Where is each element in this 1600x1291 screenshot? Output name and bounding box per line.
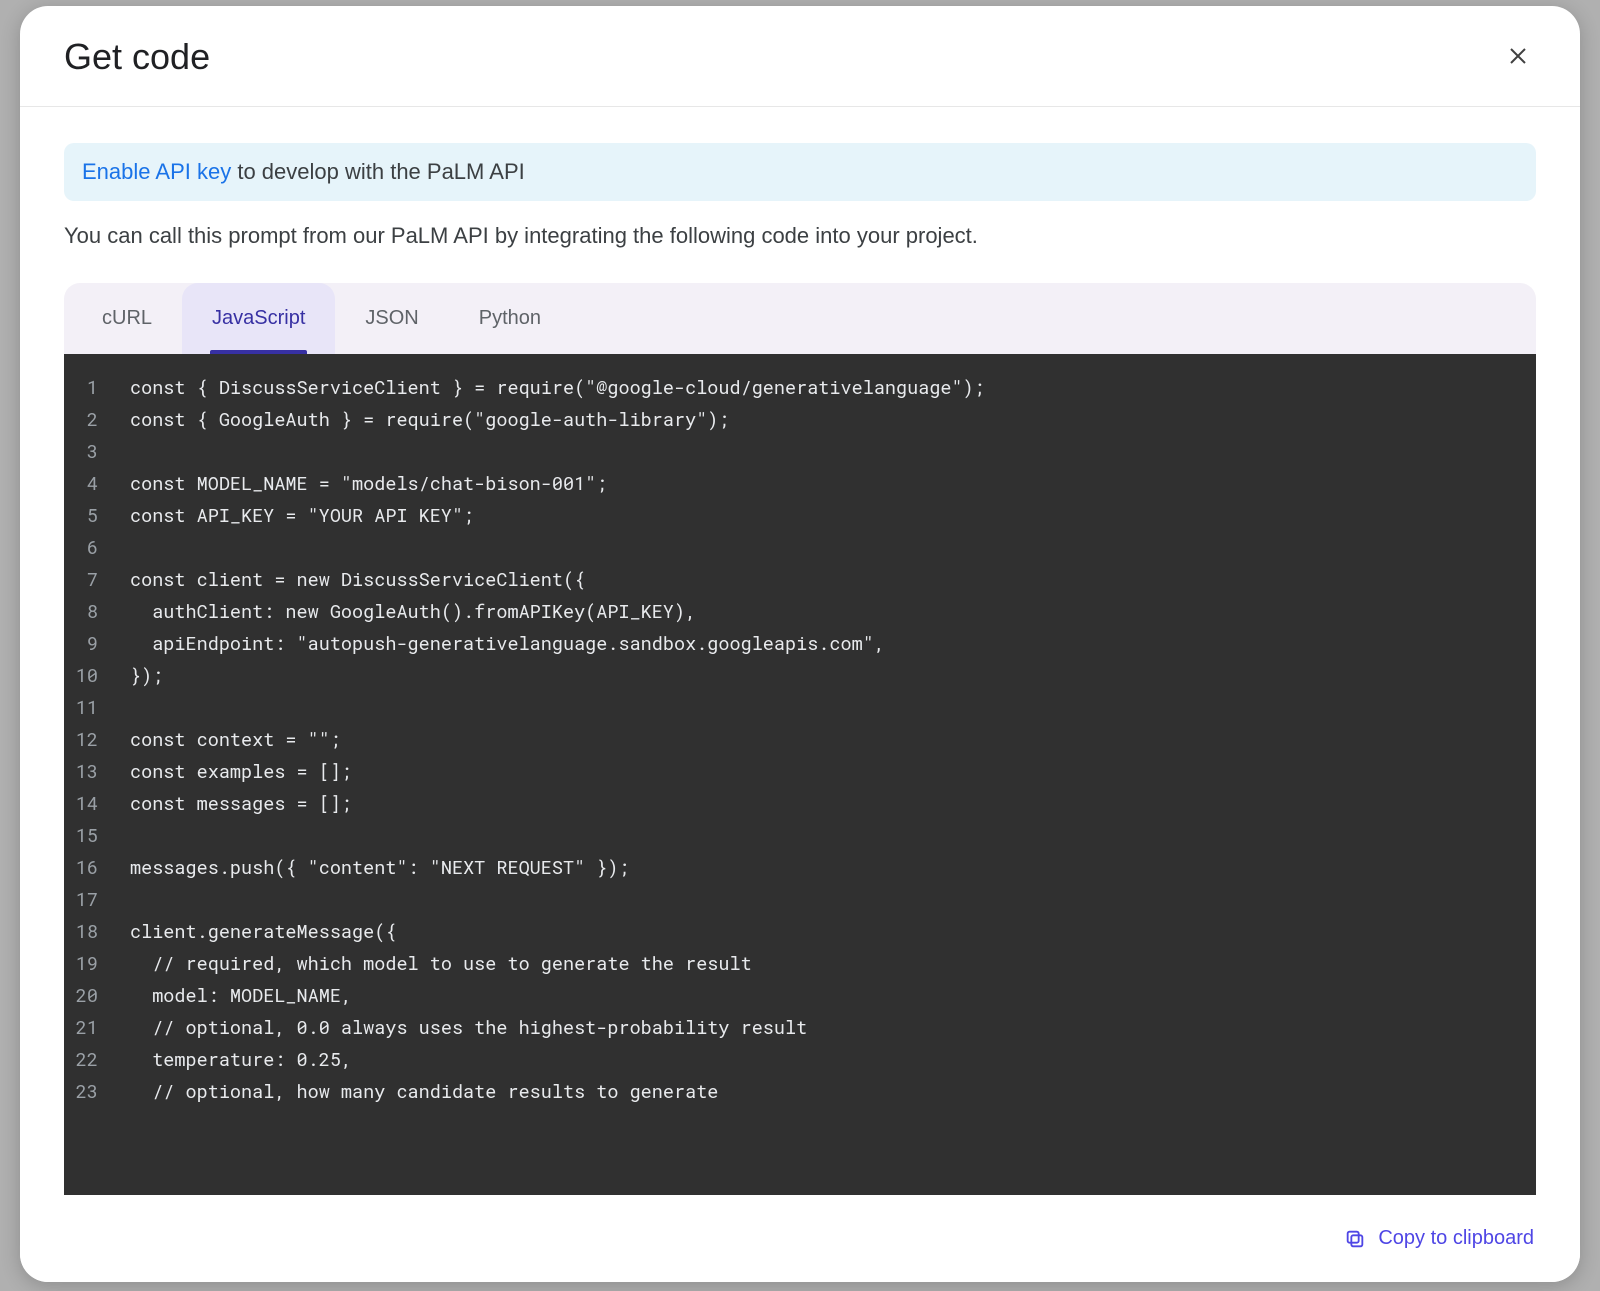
modal-title: Get code (64, 36, 210, 78)
line-number: 14 (64, 788, 98, 820)
code-card: cURLJavaScriptJSONPython 123456789101112… (64, 283, 1536, 1195)
line-number: 7 (64, 564, 98, 596)
code-line (130, 436, 985, 468)
code-line: // optional, how many candidate results … (130, 1076, 985, 1108)
description-text: You can call this prompt from our PaLM A… (64, 223, 1536, 249)
line-number: 3 (64, 436, 98, 468)
line-number: 20 (64, 980, 98, 1012)
line-number: 11 (64, 692, 98, 724)
code-lines: const { DiscussServiceClient } = require… (108, 354, 985, 1195)
code-line: apiEndpoint: "autopush-generativelanguag… (130, 628, 985, 660)
code-line: const MODEL_NAME = "models/chat-bison-00… (130, 468, 985, 500)
code-line: const messages = []; (130, 788, 985, 820)
code-line: client.generateMessage({ (130, 916, 985, 948)
code-line: const client = new DiscussServiceClient(… (130, 564, 985, 596)
enable-api-link[interactable]: Enable API key (82, 159, 231, 184)
code-line: messages.push({ "content": "NEXT REQUEST… (130, 852, 985, 884)
code-line (130, 820, 985, 852)
code-line: const { DiscussServiceClient } = require… (130, 372, 985, 404)
code-line (130, 692, 985, 724)
line-number: 2 (64, 404, 98, 436)
line-number: 17 (64, 884, 98, 916)
line-number: 12 (64, 724, 98, 756)
line-number: 1 (64, 372, 98, 404)
line-number: 21 (64, 1012, 98, 1044)
copy-label: Copy to clipboard (1378, 1227, 1534, 1250)
line-number: 19 (64, 948, 98, 980)
copy-to-clipboard-button[interactable]: Copy to clipboard (1334, 1219, 1544, 1258)
modal-content: Enable API key to develop with the PaLM … (20, 107, 1580, 1195)
code-area: 1234567891011121314151617181920212223 co… (64, 354, 1536, 1195)
line-number: 10 (64, 660, 98, 692)
tab-javascript[interactable]: JavaScript (182, 283, 335, 354)
enable-api-banner: Enable API key to develop with the PaLM … (64, 143, 1536, 201)
code-line (130, 532, 985, 564)
code-line: }); (130, 660, 985, 692)
code-line: // required, which model to use to gener… (130, 948, 985, 980)
banner-text: to develop with the PaLM API (231, 159, 525, 184)
line-number: 15 (64, 820, 98, 852)
line-number: 6 (64, 532, 98, 564)
code-tabs: cURLJavaScriptJSONPython (64, 283, 1536, 354)
line-number: 22 (64, 1044, 98, 1076)
get-code-modal: Get code Enable API key to develop with … (20, 6, 1580, 1282)
line-number: 18 (64, 916, 98, 948)
line-number: 23 (64, 1076, 98, 1108)
code-line: model: MODEL_NAME, (130, 980, 985, 1012)
code-line: temperature: 0.25, (130, 1044, 985, 1076)
tab-json[interactable]: JSON (335, 283, 448, 354)
code-line (130, 884, 985, 916)
close-button[interactable] (1500, 38, 1536, 77)
modal-footer: Copy to clipboard (20, 1195, 1580, 1282)
line-number: 16 (64, 852, 98, 884)
close-icon (1506, 44, 1530, 68)
code-line: // optional, 0.0 always uses the highest… (130, 1012, 985, 1044)
tab-python[interactable]: Python (449, 283, 571, 354)
code-line: authClient: new GoogleAuth().fromAPIKey(… (130, 596, 985, 628)
code-line: const examples = []; (130, 756, 985, 788)
line-gutter: 1234567891011121314151617181920212223 (64, 354, 108, 1195)
line-number: 13 (64, 756, 98, 788)
line-number: 8 (64, 596, 98, 628)
line-number: 5 (64, 500, 98, 532)
copy-icon (1344, 1228, 1366, 1250)
line-number: 4 (64, 468, 98, 500)
modal-header: Get code (20, 6, 1580, 107)
line-number: 9 (64, 628, 98, 660)
code-line: const context = ""; (130, 724, 985, 756)
code-line: const { GoogleAuth } = require("google-a… (130, 404, 985, 436)
tab-curl[interactable]: cURL (72, 283, 182, 354)
code-line: const API_KEY = "YOUR API KEY"; (130, 500, 985, 532)
